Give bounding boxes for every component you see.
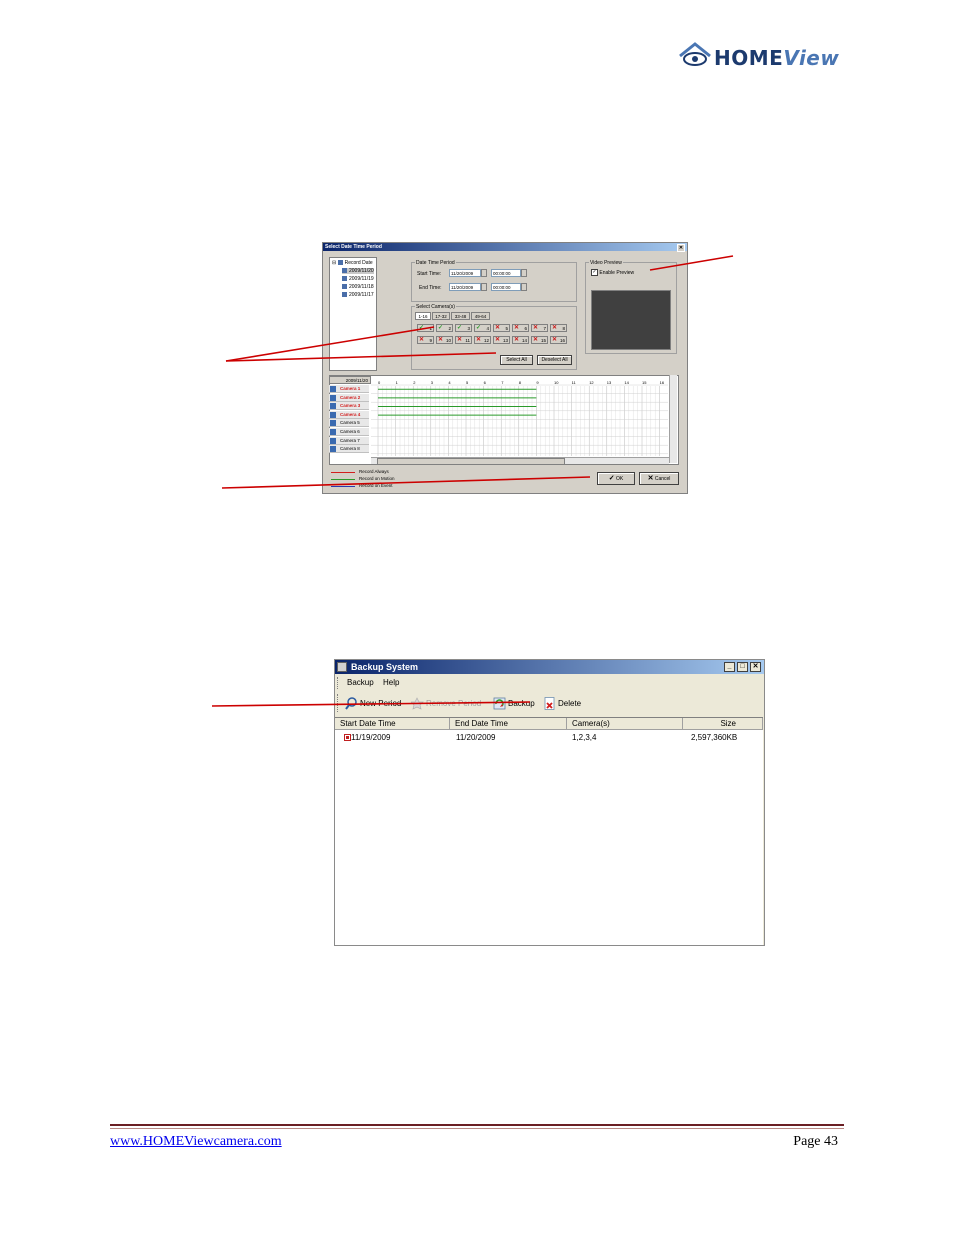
delete-button[interactable]: Delete (543, 696, 581, 712)
scroll-thumb[interactable] (377, 458, 565, 465)
close-icon[interactable]: ✕ (750, 662, 761, 672)
timeline-horizontal-scrollbar[interactable] (371, 457, 669, 465)
new-period-button[interactable]: New Period (345, 696, 401, 712)
camera-icon (330, 429, 336, 435)
camera-name: Camera 8 (340, 446, 360, 452)
camera-icon (330, 394, 336, 401)
checkmark-icon: ✓ (608, 475, 615, 482)
legend-label: Record on Event (359, 483, 393, 488)
hour-label: 7 (501, 380, 504, 385)
callout-arrows (211, 255, 734, 707)
cancel-button[interactable]: ✕ Cancel (639, 472, 679, 485)
camera-icon (330, 437, 336, 444)
backup-period-list: Start Date Time End Date Time Camera(s) … (335, 717, 763, 945)
timeline-canvas (371, 384, 668, 456)
remove-period-button[interactable]: Remove Period (410, 696, 481, 712)
camera-icon (330, 411, 336, 418)
column-header-start[interactable]: Start Date Time (335, 718, 450, 730)
hour-label: 8 (518, 380, 522, 385)
timeline-camera-row-label[interactable]: Camera 3 (329, 402, 369, 411)
app-icon (337, 662, 347, 672)
timeline-camera-row-label[interactable]: Camera 4 (329, 410, 369, 419)
menu-grip (337, 677, 340, 689)
legend-swatch (331, 486, 355, 487)
hour-label: 2 (413, 380, 416, 385)
minimize-icon[interactable]: _ (724, 662, 735, 672)
cell-cameras: 1,2,3,4 (572, 733, 597, 742)
hour-label: 11 (571, 380, 576, 385)
logo-text: HOMEView (714, 46, 840, 70)
column-header-cameras[interactable]: Camera(s) (567, 718, 683, 730)
backup-system-window: Backup System _ □ ✕ Backup Help New Peri… (334, 659, 765, 946)
camera-name: Camera 6 (340, 429, 360, 434)
timeline-vertical-scrollbar[interactable] (669, 375, 677, 463)
hour-label: 15 (642, 380, 647, 385)
menu-backup[interactable]: Backup (347, 678, 374, 687)
camera-name: Camera 4 (340, 411, 361, 417)
camera-name: Camera 1 (340, 386, 361, 391)
house-eye-icon (679, 42, 711, 66)
timeline-camera-row-label[interactable]: Camera 1 (329, 385, 369, 393)
camera-name: Camera 7 (340, 437, 360, 443)
hour-label: 14 (624, 380, 629, 385)
hour-label: 6 (483, 380, 486, 385)
close-icon: ✕ (647, 475, 654, 482)
camera-name: Camera 5 (340, 420, 360, 426)
footer-rule (110, 1124, 844, 1126)
page-number: Page 43 (793, 1134, 838, 1149)
hour-label: 3 (430, 380, 434, 385)
ok-button[interactable]: ✓ OK (597, 472, 635, 485)
cell-size: 2,597,360KB (691, 733, 738, 742)
cell-end: 11/20/2009 (456, 733, 496, 742)
hour-label: 0 (378, 380, 381, 385)
footer-rule (110, 1128, 844, 1129)
camera-icon (330, 403, 336, 410)
timeline-camera-row-label[interactable]: Camera 6 (329, 428, 369, 436)
website-link[interactable]: www.HOMEViewcamera.com (110, 1134, 282, 1150)
homeview-logo: HOMEView (678, 40, 840, 78)
hour-label: 1 (395, 380, 398, 385)
column-header-end[interactable]: End Date Time (450, 718, 567, 730)
camera-name: Camera 2 (340, 394, 361, 400)
menu-help[interactable]: Help (383, 678, 399, 687)
backup-icon (493, 697, 506, 710)
legend-swatch (331, 472, 355, 473)
camera-icon (330, 386, 336, 392)
table-row[interactable]: 11/19/2009 11/20/2009 1,2,3,4 2,597,360K… (335, 731, 763, 743)
timeline-camera-row-label[interactable]: Camera 2 (329, 393, 369, 402)
hour-label: 9 (536, 380, 539, 385)
legend-swatch (331, 479, 355, 480)
record-icon (344, 734, 351, 741)
legend-label: Record on Motion (359, 476, 395, 481)
legend-label: Record Always (359, 469, 389, 474)
select-date-time-dialog: Select Date Time Period ✕ ⊟ Record Date … (322, 242, 688, 494)
hour-label: 13 (606, 380, 612, 385)
magnifier-icon (345, 697, 358, 710)
toolbar-grip (337, 694, 340, 712)
hour-label: 5 (466, 380, 469, 385)
window-title-bar: Backup System _ □ ✕ (335, 660, 764, 674)
camera-icon (330, 420, 336, 427)
hour-label: 12 (589, 380, 594, 385)
window-title: Backup System (351, 662, 419, 672)
hour-label: 10 (554, 380, 559, 385)
timeline-camera-row-label[interactable]: Camera 7 (329, 436, 369, 445)
cell-start: 11/19/2009 (351, 733, 391, 742)
column-header-size[interactable]: Size (683, 718, 763, 730)
maximize-icon[interactable]: □ (737, 662, 748, 672)
timeline-camera-row-label[interactable]: Camera 5 (329, 419, 369, 428)
camera-icon (330, 446, 336, 453)
hour-label: 4 (448, 380, 451, 385)
remove-icon (410, 697, 424, 711)
camera-name: Camera 3 (340, 403, 361, 409)
hour-label: 16 (659, 380, 665, 385)
backup-button[interactable]: Backup (493, 696, 535, 712)
delete-icon (543, 697, 556, 711)
timeline-camera-row-label[interactable]: Camera 8 (329, 445, 369, 454)
